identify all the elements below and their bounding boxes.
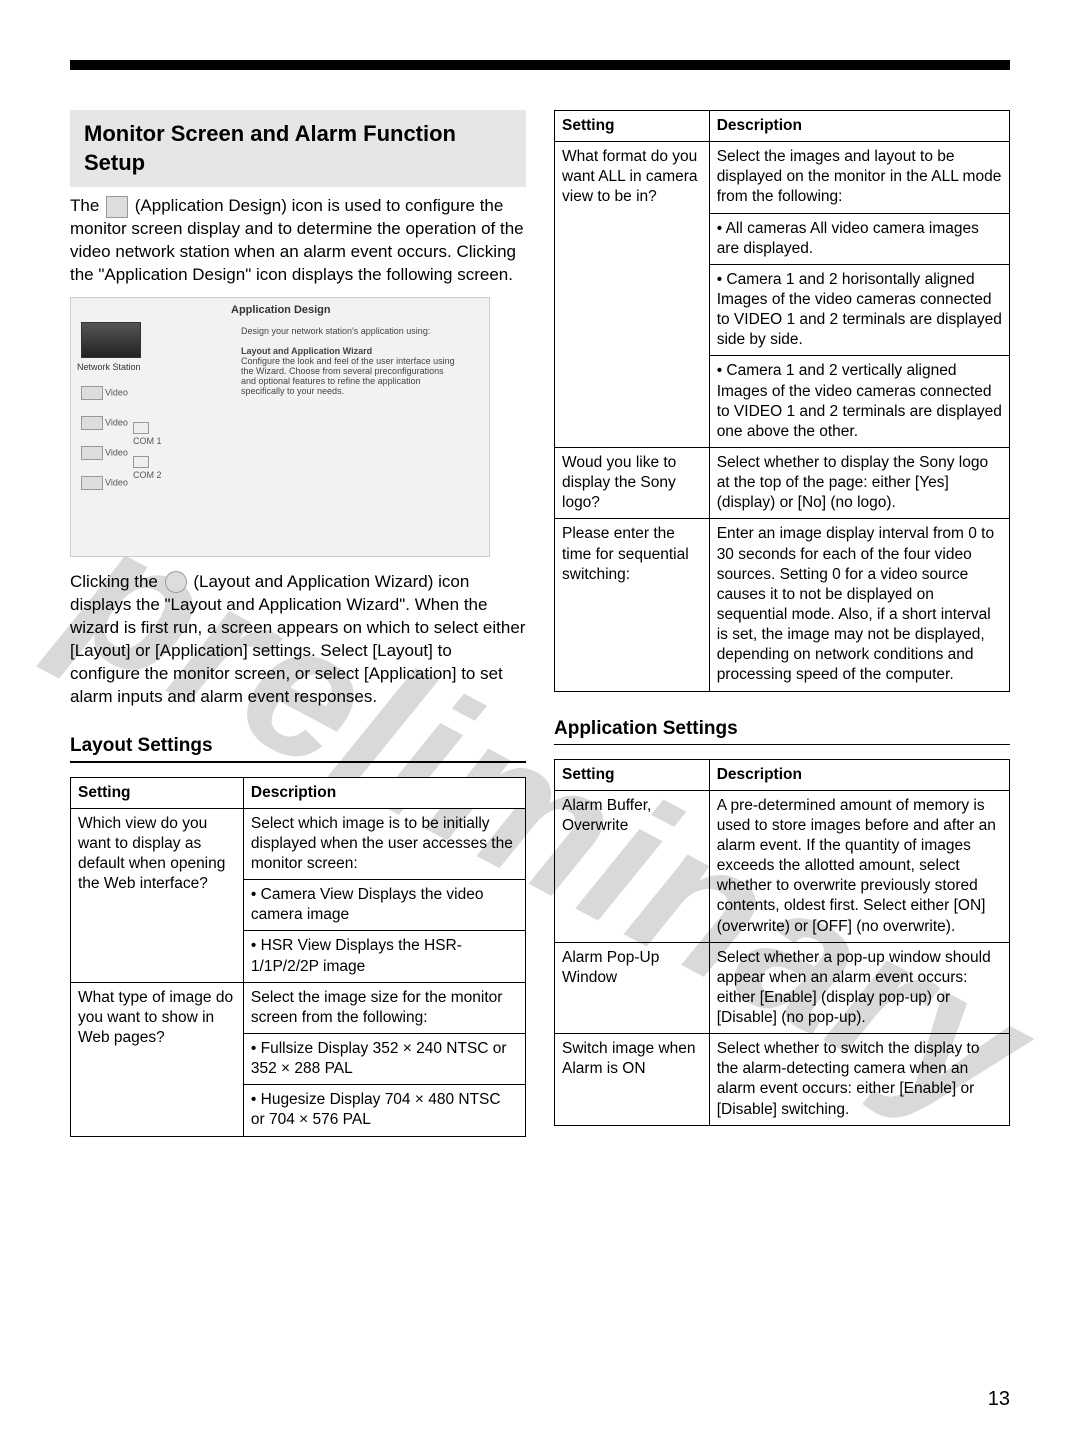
text: The <box>70 196 104 215</box>
setting-cell: Which view do you want to display as def… <box>71 808 244 982</box>
video-row: Video <box>81 476 128 490</box>
th-setting: Setting <box>555 111 710 142</box>
video-row: Video <box>81 416 128 430</box>
intro-paragraph-2: Clicking the (Layout and Application Wiz… <box>70 571 526 709</box>
desc-cell: A pre-determined amount of memory is use… <box>709 790 1009 942</box>
com1: COM 1 <box>133 422 162 446</box>
rule <box>70 761 526 763</box>
icon-label: (Application Design) <box>135 196 287 215</box>
setting-cell: Alarm Buffer, Overwrite <box>555 790 710 942</box>
desc-cell: Select the images and layout to be displ… <box>709 142 1009 213</box>
left-column: Monitor Screen and Alarm Function Setup … <box>70 110 526 1137</box>
desc-cell: Select whether to switch the display to … <box>709 1034 1009 1126</box>
desc-bullet: • HSR View Displays the HSR-1/1P/2/2P im… <box>243 931 525 982</box>
setting-cell: Woud you like to display the Sony logo? <box>555 447 710 518</box>
setting-cell: Switch image when Alarm is ON <box>555 1034 710 1126</box>
video-row: Video <box>81 446 128 460</box>
setting-cell: Please enter the time for sequential swi… <box>555 519 710 691</box>
desc-bullet: • All cameras All video camera images ar… <box>709 213 1009 264</box>
com2: COM 2 <box>133 456 162 480</box>
application-design-icon <box>106 196 128 218</box>
text: Clicking the <box>70 572 163 591</box>
th-desc: Description <box>709 759 1009 790</box>
top-rule <box>70 60 1010 70</box>
desc-bullet: • Camera 1 and 2 vertically aligned Imag… <box>709 356 1009 448</box>
application-settings-heading: Application Settings <box>554 718 1010 740</box>
layout-settings-table: Setting Description Which view do you wa… <box>70 777 526 1137</box>
setting-cell: Alarm Pop-Up Window <box>555 942 710 1034</box>
th-desc: Description <box>709 111 1009 142</box>
setting-cell: What format do you want ALL in camera vi… <box>555 142 710 448</box>
ns-label: Network Station <box>77 362 141 372</box>
section-title: Monitor Screen and Alarm Function Setup <box>70 110 526 187</box>
page-number: 13 <box>988 1388 1010 1411</box>
application-settings-table: Setting Description Alarm Buffer, Overwr… <box>554 759 1010 1126</box>
setting-cell: What type of image do you want to show i… <box>71 982 244 1136</box>
shot-subtext: Design your network station's applicatio… <box>241 326 461 396</box>
th-setting: Setting <box>71 777 244 808</box>
desc-cell: Select which image is to be initially di… <box>243 808 525 879</box>
rule <box>554 744 1010 745</box>
th-desc: Description <box>243 777 525 808</box>
desc-cell: Select the image size for the monitor sc… <box>243 982 525 1033</box>
network-station-icon <box>81 322 141 358</box>
desc-cell: Select whether to display the Sony logo … <box>709 447 1009 518</box>
text: icon displays the "Layout and Applicatio… <box>70 572 525 706</box>
shot-title: Application Design <box>231 304 331 316</box>
desc-bullet: • Camera View Displays the video camera … <box>243 880 525 931</box>
right-column: Setting Description What format do you w… <box>554 110 1010 1137</box>
video-row: Video <box>81 386 128 400</box>
desc-cell: Select whether a pop-up window should ap… <box>709 942 1009 1034</box>
th-setting: Setting <box>555 759 710 790</box>
layout-settings-heading: Layout Settings <box>70 735 526 757</box>
app-design-screenshot: Application Design Design your network s… <box>70 297 490 557</box>
desc-bullet: • Fullsize Display 352 × 240 NTSC or 352… <box>243 1033 525 1084</box>
intro-paragraph-1: The (Application Design) icon is used to… <box>70 195 526 287</box>
desc-bullet: • Camera 1 and 2 horisontally aligned Im… <box>709 264 1009 356</box>
desc-cell: Enter an image display interval from 0 t… <box>709 519 1009 691</box>
right-top-table: Setting Description What format do you w… <box>554 110 1010 692</box>
wizard-icon <box>165 571 187 593</box>
desc-bullet: • Hugesize Display 704 × 480 NTSC or 704… <box>243 1085 525 1136</box>
icon-label: (Layout and Application Wizard) <box>193 572 433 591</box>
